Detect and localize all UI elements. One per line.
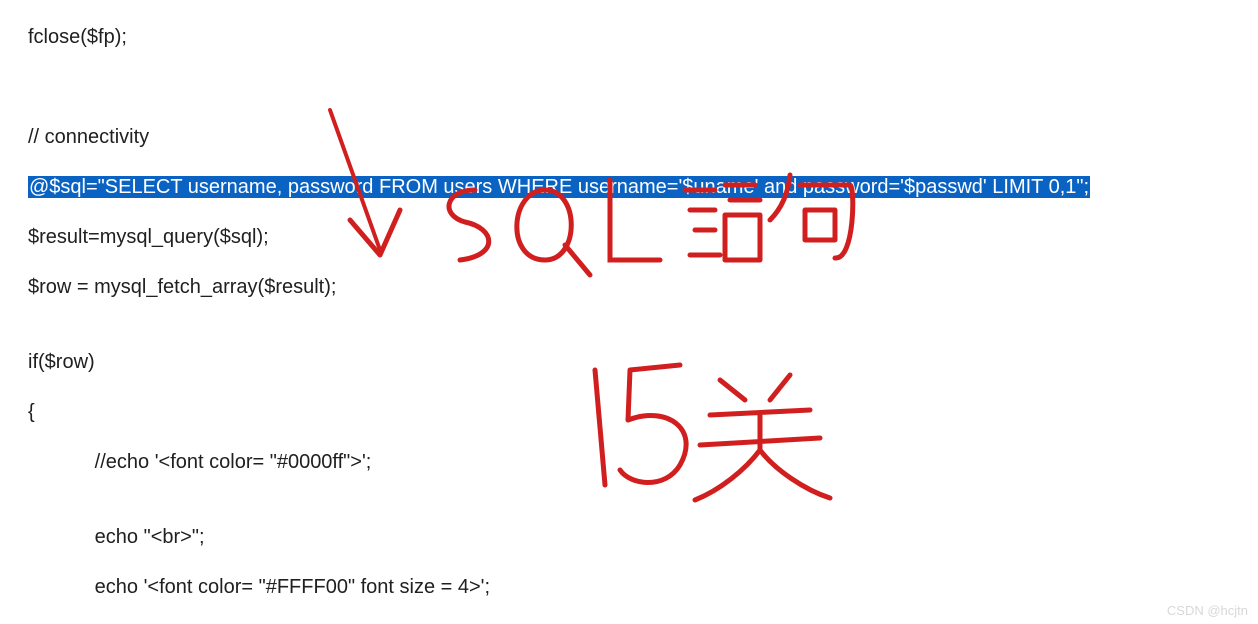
code-line: {	[28, 400, 1090, 425]
code-block: fclose($fp); // connectivity @$sql="SELE…	[28, 0, 1090, 624]
code-line: echo "<br>";	[28, 525, 1090, 550]
code-line: echo '<font color= "#FFFF00" font size =…	[28, 575, 1090, 600]
watermark: CSDN @hcjtn	[1167, 603, 1248, 618]
code-line: if($row)	[28, 350, 1090, 375]
code-line-highlighted: @$sql="SELECT username, password FROM us…	[28, 175, 1090, 200]
code-line: //echo '<font color= "#0000ff">';	[28, 450, 1090, 475]
code-line: $row = mysql_fetch_array($result);	[28, 275, 1090, 300]
code-line: fclose($fp);	[28, 25, 1090, 50]
code-line: $result=mysql_query($sql);	[28, 225, 1090, 250]
code-line: // connectivity	[28, 125, 1090, 150]
